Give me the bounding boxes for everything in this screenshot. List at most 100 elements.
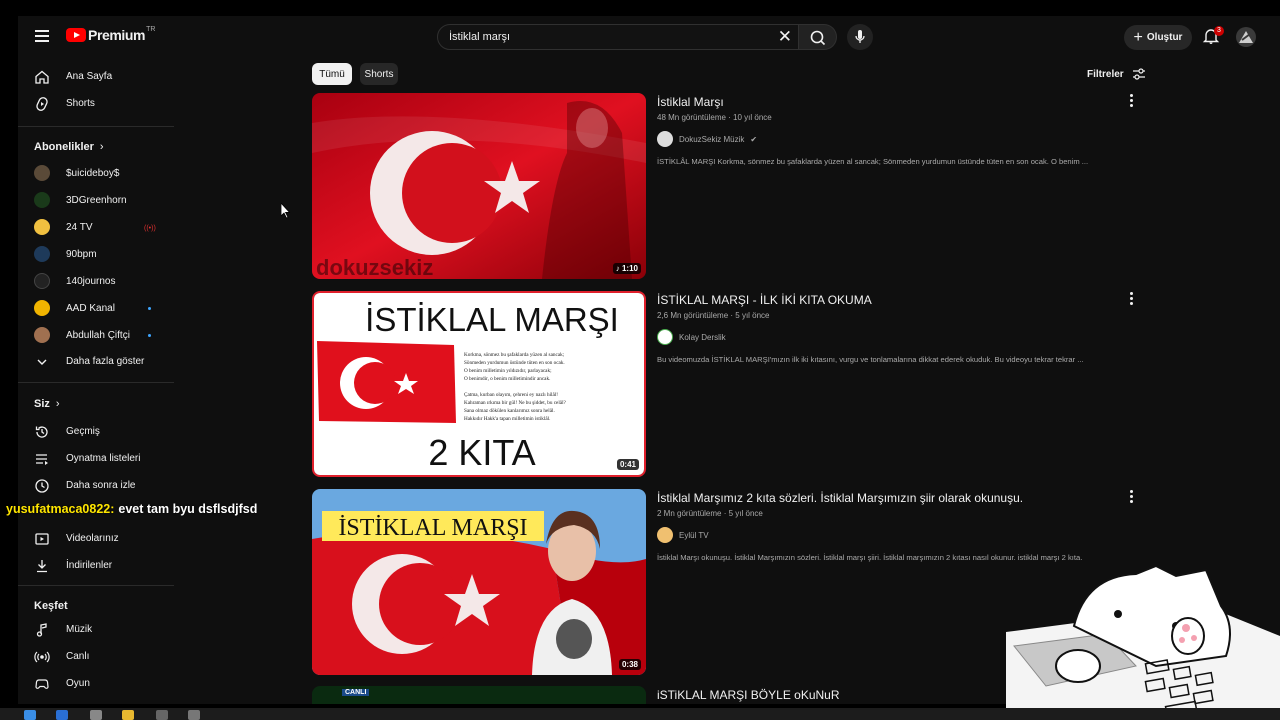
sidebar-item-playlists[interactable]: Oynatma listeleri (18, 446, 175, 472)
live-badge: CANLI (342, 689, 370, 696)
sidebar-item-live[interactable]: Canlı (18, 644, 175, 670)
channel-link[interactable]: Eylül TV (657, 527, 709, 543)
taskbar-app-icon[interactable] (156, 710, 168, 720)
video-title[interactable]: iSTiKLAL MARŞI BÖYLE oKuNuR (657, 688, 840, 702)
sidebar-item-your-videos[interactable]: Videolarınız (18, 526, 175, 552)
sidebar-item-history[interactable]: Geçmiş (18, 419, 175, 445)
search-button[interactable] (799, 24, 837, 50)
sidebar-item-channel[interactable]: 90bpm (18, 242, 175, 268)
sidebar-item-channel[interactable]: AAD Kanal (18, 296, 175, 322)
home-icon (35, 70, 49, 84)
microphone-icon (855, 30, 865, 43)
show-more-button[interactable]: Daha fazla göster (18, 349, 175, 375)
menu-icon[interactable] (35, 30, 49, 42)
video-thumbnail[interactable]: dokuzsekiz ♪ 1:10 (312, 93, 646, 279)
sidebar-item-music[interactable]: Müzik (18, 617, 175, 643)
view-count: 48 Mn görüntüleme (657, 113, 726, 122)
sidebar-item-label: 90bpm (66, 249, 97, 260)
create-button[interactable]: + Oluştur (1124, 25, 1192, 50)
sidebar-item-home[interactable]: Ana Sayfa (18, 64, 175, 90)
music-icon (36, 623, 47, 637)
thumbnail-footer: 2 KITA (428, 432, 535, 473)
channel-avatar (657, 131, 673, 147)
filters-button[interactable]: Filtreler (1087, 68, 1146, 80)
sidebar-item-channel[interactable]: 3DGreenhorn (18, 188, 175, 214)
sidebar-item-gaming[interactable]: Oyun (18, 671, 175, 697)
account-avatar[interactable] (1236, 27, 1256, 47)
sidebar-item-channel[interactable]: 140journos (18, 269, 175, 295)
sidebar-item-channel[interactable]: 24 TV ((•)) (18, 215, 175, 241)
sidebar-item-channel[interactable]: Abdullah Çiftçi (18, 323, 175, 349)
sidebar-item-downloads[interactable]: İndirilenler (18, 553, 175, 579)
channel-avatar (34, 219, 50, 235)
chevron-right-icon: › (99, 141, 104, 153)
search-input[interactable]: İstiklal marşı ✕ (437, 24, 799, 50)
channel-link[interactable]: Kolay Derslik (657, 329, 726, 345)
thumbnail-poem-line: Hakkıdır Hakk'a tapan milletimin istiklâ… (464, 416, 550, 422)
sidebar-divider (18, 585, 174, 586)
you-header-label: Siz (34, 398, 50, 410)
obs-app-icon[interactable] (90, 710, 102, 720)
video-duration: ♪ 1:10 (612, 263, 641, 274)
video-title[interactable]: İSTİKLAL MARŞI - İLK İKİ KITA OKUMA (657, 293, 872, 307)
edge-browser-icon[interactable] (56, 710, 68, 720)
watch-later-icon (35, 479, 49, 493)
youtube-logo-icon (66, 28, 86, 42)
subscriptions-header[interactable]: Abonelikler › (34, 141, 104, 153)
stream-chat-overlay: yusufatmaca0822: evet tam byu dsflsdjfsd (6, 502, 257, 518)
playlists-icon (36, 454, 48, 465)
more-actions-icon[interactable] (1130, 490, 1134, 505)
windows-start-icon[interactable] (24, 710, 36, 720)
sidebar-item-label: Müzik (66, 624, 93, 635)
sidebar-divider (18, 382, 174, 383)
more-actions-icon[interactable] (1130, 292, 1134, 307)
view-count: 2,6 Mn görüntüleme (657, 311, 729, 320)
taskbar-app-icon[interactable] (188, 710, 200, 720)
filter-sliders-icon (1132, 68, 1145, 80)
video-description: Bu videomuzda İSTİKLAL MARŞI'mızın ilk i… (657, 355, 1084, 364)
youtube-premium-logo[interactable]: Premium TR (66, 25, 156, 43)
view-count: 2 Mn görüntüleme (657, 509, 722, 518)
voice-search-button[interactable] (847, 24, 873, 50)
you-header[interactable]: Siz › (34, 398, 60, 410)
filters-label: Filtreler (1087, 68, 1124, 80)
channel-avatar (657, 527, 673, 543)
history-icon (35, 426, 48, 438)
video-thumbnail[interactable]: İSTİKLAL MARŞI Korkma, sönmez bu şafakla… (312, 291, 646, 477)
chip-all[interactable]: Tümü (312, 63, 352, 85)
channel-link[interactable]: DokuzSekiz Müzik ✔ (657, 131, 757, 147)
channel-avatar (34, 246, 50, 262)
thumbnail-poem-line: O benim milletimin yıldızıdır, parlayaca… (464, 368, 552, 374)
channel-avatar (34, 192, 50, 208)
video-title[interactable]: İstiklal Marşımız 2 kıta sözleri. İstikl… (657, 491, 1023, 505)
upload-age: 5 yıl önce (728, 509, 763, 518)
more-actions-icon[interactable] (1130, 94, 1134, 109)
upload-age: 10 yıl önce (733, 113, 772, 122)
region-label: TR (146, 25, 156, 33)
chip-shorts[interactable]: Shorts (360, 63, 398, 85)
thumbnail-poem-line: Kahraman ırkıma bir gül! Ne bu şiddet, b… (464, 400, 567, 406)
verified-check-icon: ✔ (750, 134, 758, 144)
show-more-label: Daha fazla göster (66, 356, 145, 367)
video-thumbnail[interactable]: İSTİKLAL MARŞI 0:38 (312, 489, 646, 675)
sidebar-item-channel[interactable]: $uicideboy$ (18, 161, 175, 187)
sidebar-item-label: 3DGreenhorn (66, 195, 127, 206)
video-title[interactable]: İstiklal Marşı (657, 95, 724, 109)
video-result[interactable]: dokuzsekiz ♪ 1:10 İstiklal Marşı 48 Mn g… (312, 93, 1142, 279)
clear-search-icon[interactable]: ✕ (778, 27, 792, 47)
video-meta: 2,6 Mn görüntüleme · 5 yıl önce (657, 311, 770, 320)
sidebar: Ana Sayfa Shorts Abonelikler › $uicideboy… (18, 58, 178, 704)
sidebar-item-label: Abdullah Çiftçi (66, 330, 130, 341)
video-result[interactable]: İSTİKLAL MARŞI Korkma, sönmez bu şafakla… (312, 291, 1142, 477)
sidebar-item-label: Ana Sayfa (66, 71, 113, 82)
brand-label: Premium (88, 27, 146, 43)
sidebar-item-label: Shorts (66, 98, 95, 109)
video-meta: 48 Mn görüntüleme · 10 yıl önce (657, 113, 772, 122)
file-explorer-icon[interactable] (122, 710, 134, 720)
video-thumbnail[interactable]: CANLI (312, 686, 646, 704)
downloads-icon (37, 560, 47, 573)
search-query[interactable]: İstiklal marşı (449, 31, 510, 43)
sidebar-item-watch-later[interactable]: Daha sonra izle (18, 473, 175, 499)
sidebar-item-shorts[interactable]: Shorts (18, 91, 175, 117)
channel-avatar (34, 300, 50, 316)
